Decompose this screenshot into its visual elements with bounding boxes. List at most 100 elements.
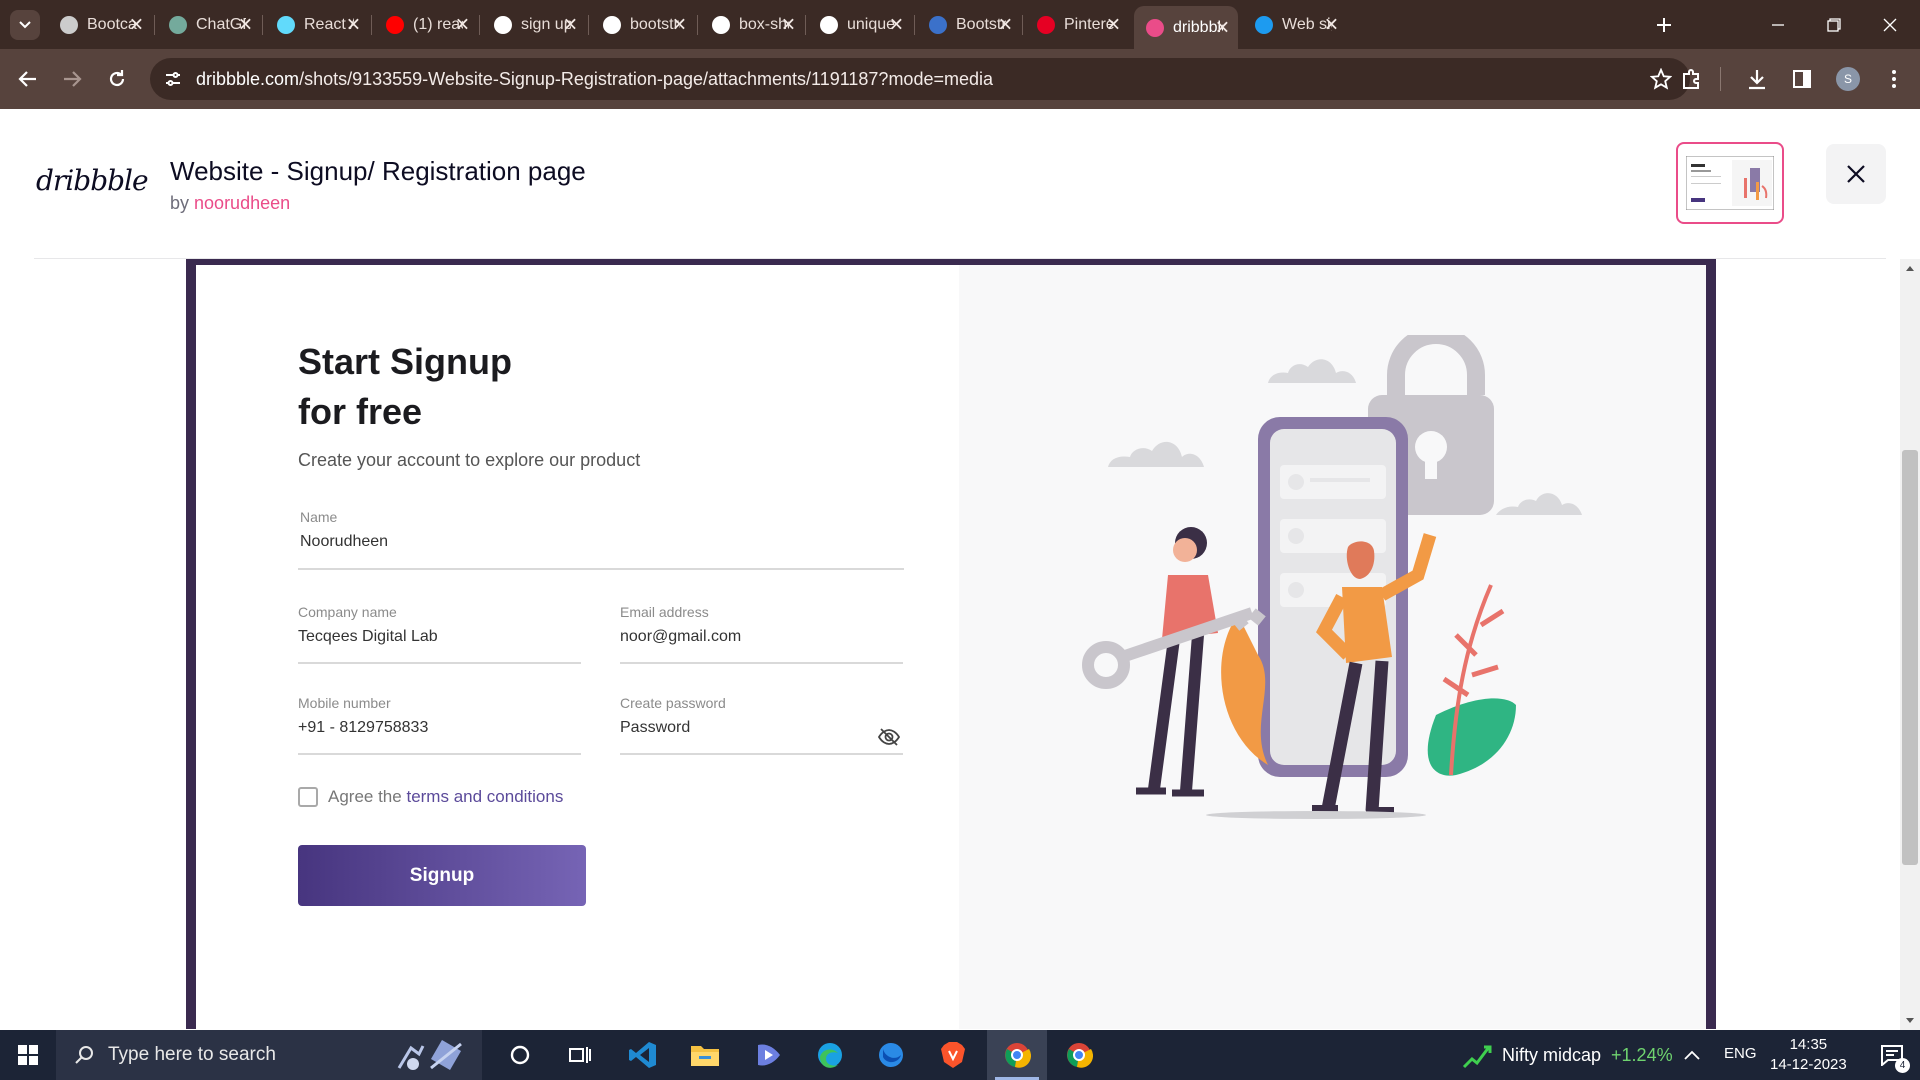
- download-icon: [1749, 70, 1765, 90]
- tab-close-icon[interactable]: ✕: [781, 15, 796, 36]
- arrow-right-icon: [64, 71, 82, 87]
- url-text: dribbble.com/shots/9133559-Website-Signu…: [196, 69, 993, 90]
- close-icon: [1883, 18, 1897, 31]
- dribbble-logo[interactable]: dribbble: [36, 164, 149, 197]
- search-icon: [75, 1046, 93, 1064]
- shot-header: dribbble Website - Signup/ Registration …: [0, 109, 1920, 259]
- language-indicator[interactable]: ENG: [1724, 1045, 1757, 1062]
- browser-tab[interactable]: Pinterest✕: [1025, 8, 1129, 42]
- tab-close-icon[interactable]: ✕: [455, 15, 470, 36]
- side-panel-icon: [1793, 70, 1811, 88]
- plus-icon: [1657, 17, 1671, 32]
- profile-button[interactable]: S: [1828, 59, 1868, 99]
- eye-off-icon[interactable]: [877, 727, 901, 747]
- forward-button[interactable]: [52, 59, 92, 99]
- firefox-app[interactable]: [863, 1030, 919, 1080]
- url-path: /shots/9133559-Website-Signup-Registrati…: [299, 68, 994, 89]
- cortana-icon: [510, 1045, 530, 1065]
- file-explorer-app[interactable]: [677, 1030, 733, 1080]
- tab-strip: Bootcamp✕ChatGPT✕React App✕(1) react✕sig…: [0, 0, 1920, 49]
- close-shot-button[interactable]: [1826, 144, 1886, 204]
- cortana-button[interactable]: [492, 1030, 548, 1080]
- terms-checkbox[interactable]: [298, 787, 318, 807]
- vscode-app[interactable]: [615, 1030, 671, 1080]
- email-field[interactable]: Email address noor@gmail.com: [620, 604, 903, 664]
- chrome-app-profile-d[interactable]: [1049, 1030, 1109, 1080]
- tab-close-icon[interactable]: ✕: [672, 15, 687, 36]
- edge-app[interactable]: [802, 1030, 858, 1080]
- side-panel-button[interactable]: [1782, 59, 1822, 99]
- vscode-icon: [629, 1042, 656, 1068]
- browser-tab[interactable]: React App✕: [265, 8, 369, 42]
- browser-tab[interactable]: bootstrap✕: [591, 8, 695, 42]
- browser-tab[interactable]: (1) react✕: [374, 8, 478, 42]
- new-tab-button[interactable]: [1636, 0, 1692, 49]
- avatar: S: [1836, 67, 1860, 91]
- task-view-button[interactable]: [552, 1030, 608, 1080]
- media-app[interactable]: [740, 1030, 796, 1080]
- show-hidden-icons-button[interactable]: [1672, 1030, 1712, 1080]
- clock[interactable]: 14:35 14-12-2023: [1770, 1035, 1847, 1075]
- stock-ticker-widget[interactable]: Nifty midcap +1.24%: [1462, 1030, 1673, 1080]
- signup-button[interactable]: Signup: [298, 845, 586, 906]
- company-field[interactable]: Company name Tecqees Digital Lab: [298, 604, 581, 664]
- tab-close-icon[interactable]: ✕: [346, 15, 361, 36]
- tab-close-icon[interactable]: ✕: [1215, 17, 1230, 38]
- mobile-field[interactable]: Mobile number +91 - 8129758833: [298, 695, 581, 755]
- browser-tab[interactable]: Web sign✕: [1243, 8, 1347, 42]
- browser-tab[interactable]: ChatGPT✕: [157, 8, 261, 42]
- name-underline: [298, 568, 904, 570]
- password-label: Create password: [620, 695, 726, 711]
- minimize-button[interactable]: [1750, 0, 1806, 49]
- shot-byline: by noorudheen: [170, 193, 290, 214]
- tab-close-icon[interactable]: ✕: [1106, 15, 1121, 36]
- restore-button[interactable]: [1806, 0, 1862, 49]
- tab-close-icon[interactable]: ✕: [129, 15, 144, 36]
- bookmark-star-icon[interactable]: [1650, 68, 1672, 90]
- chrome-icon: [1005, 1043, 1031, 1068]
- window-close-button[interactable]: [1862, 0, 1918, 49]
- google-icon: [494, 16, 512, 34]
- back-button[interactable]: [8, 59, 48, 99]
- browser-tab[interactable]: Bootstrap✕: [917, 8, 1021, 42]
- mobile-underline: [298, 753, 581, 755]
- scrollbar-thumb[interactable]: [1902, 450, 1918, 865]
- react-icon: [277, 16, 295, 34]
- password-field[interactable]: Create password Password: [620, 695, 903, 755]
- tab-close-icon[interactable]: ✕: [238, 15, 253, 36]
- tab-close-icon[interactable]: ✕: [889, 15, 904, 36]
- tab-close-icon[interactable]: ✕: [998, 15, 1013, 36]
- reload-button[interactable]: [97, 59, 137, 99]
- tab-close-icon[interactable]: ✕: [1324, 15, 1339, 36]
- browser-tab[interactable]: box-shadow✕: [700, 8, 804, 42]
- taskbar-search[interactable]: Type here to search: [56, 1030, 482, 1080]
- signup-card: Start Signup for free Create your accoun…: [196, 265, 1706, 1029]
- email-value: noor@gmail.com: [620, 628, 742, 645]
- address-bar[interactable]: dribbble.com/shots/9133559-Website-Signu…: [150, 58, 1690, 100]
- chevron-down-icon: [10, 9, 40, 40]
- browser-tab[interactable]: unique ✕: [808, 8, 912, 42]
- toolbar: dribbble.com/shots/9133559-Website-Signu…: [0, 49, 1920, 109]
- media-player-icon: [758, 1044, 780, 1066]
- terms-link[interactable]: terms and conditions: [406, 787, 563, 807]
- browser-tab[interactable]: Bootcamp✕: [48, 8, 152, 42]
- extensions-button[interactable]: [1672, 59, 1712, 99]
- downloads-button[interactable]: [1737, 59, 1777, 99]
- name-field[interactable]: Name Noorudheen: [298, 509, 904, 570]
- clock-date: 14-12-2023: [1770, 1056, 1847, 1073]
- browser-tab[interactable]: dribbble✕: [1134, 6, 1238, 49]
- scroll-down-icon[interactable]: [1905, 1017, 1915, 1025]
- notifications-button[interactable]: 4: [1864, 1030, 1920, 1080]
- site-settings-icon[interactable]: [164, 70, 182, 88]
- browser-tab[interactable]: sign up ✕: [482, 8, 586, 42]
- browser-menu-button[interactable]: [1874, 59, 1914, 99]
- start-button[interactable]: [0, 1030, 56, 1080]
- tab-search-button[interactable]: [2, 0, 48, 49]
- tab-separator: [154, 15, 155, 35]
- attachment-thumbnail[interactable]: [1676, 142, 1784, 224]
- scroll-up-icon[interactable]: [1905, 264, 1915, 272]
- tab-close-icon[interactable]: ✕: [563, 15, 578, 36]
- brave-app[interactable]: [925, 1030, 981, 1080]
- author-link[interactable]: noorudheen: [194, 193, 290, 213]
- chrome-app-profile-s[interactable]: [987, 1030, 1047, 1080]
